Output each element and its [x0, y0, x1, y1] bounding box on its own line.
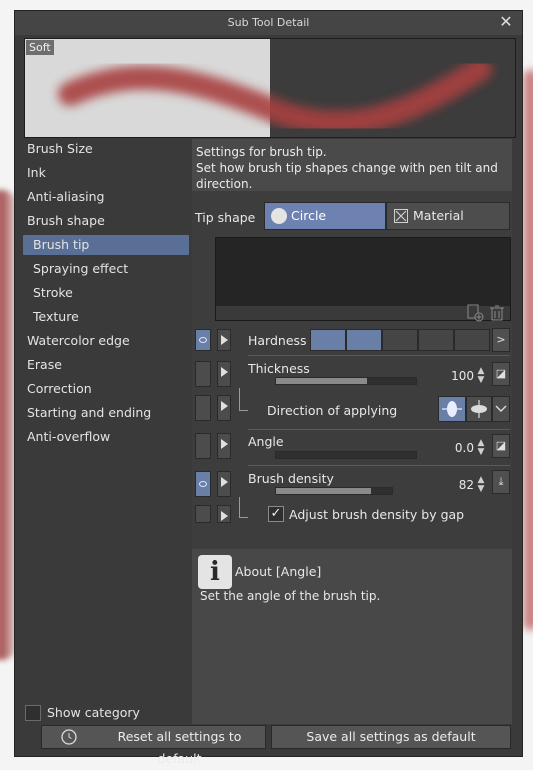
sidebar-item-brush-tip[interactable]: Brush tip	[23, 235, 189, 255]
thickness-label: Thickness	[248, 361, 310, 376]
adjust-density-checkbox[interactable]: ✓	[268, 506, 284, 522]
angle-eye-toggle[interactable]	[195, 433, 211, 459]
thickness-value[interactable]: 100	[434, 369, 474, 383]
about-panel: i About [Angle] Set the angle of the bru…	[192, 549, 512, 724]
material-icon	[394, 209, 408, 223]
delete-tip-icon[interactable]	[488, 304, 506, 322]
hardness-step-5[interactable]	[454, 329, 490, 351]
tip-shape-label: Tip shape	[195, 210, 256, 225]
thickness-eye-toggle[interactable]	[195, 361, 211, 387]
sidebar-item-spraying-effect[interactable]: Spraying effect	[23, 259, 189, 279]
about-title: About [Angle]	[235, 564, 322, 579]
angle-label: Angle	[248, 434, 284, 449]
brush-preview: Soft	[24, 38, 516, 138]
chevron-right-icon[interactable]: >	[492, 328, 510, 352]
pressure-icon[interactable]: ◪	[492, 434, 510, 458]
angle-expand-arrow[interactable]	[217, 433, 231, 459]
save-all-button[interactable]: Save all settings as default	[271, 725, 511, 749]
sidebar-item-brush-shape[interactable]: Brush shape	[23, 211, 189, 231]
sidebar-item-anti-overflow[interactable]: Anti-overflow	[23, 427, 189, 447]
adjust-density-eye-toggle[interactable]	[195, 505, 211, 523]
sub-setting-bracket	[239, 497, 248, 518]
thickness-expand-arrow[interactable]	[217, 361, 231, 387]
hardness-step-4[interactable]	[418, 329, 454, 351]
divider	[248, 355, 510, 356]
circle-icon	[271, 208, 287, 224]
sidebar-item-anti-aliasing[interactable]: Anti-aliasing	[23, 187, 189, 207]
sidebar-item-starting-and-ending[interactable]: Starting and ending	[23, 403, 189, 423]
tip-circle-button[interactable]: Circle	[264, 202, 386, 230]
brush-density-slider[interactable]	[275, 487, 393, 495]
hardness-label: Hardness	[248, 333, 307, 348]
brush-density-value[interactable]: 82	[434, 478, 474, 492]
title-bar: Sub Tool Detail ✕	[15, 11, 522, 35]
hardness-step-2[interactable]	[346, 329, 382, 351]
thickness-slider-fill	[276, 378, 367, 384]
window-title: Sub Tool Detail	[227, 16, 310, 29]
reset-all-label: Reset all settings to default	[117, 729, 242, 766]
close-icon[interactable]: ✕	[498, 14, 514, 30]
save-all-label: Save all settings as default	[306, 729, 476, 744]
sidebar-item-correction[interactable]: Correction	[23, 379, 189, 399]
density-slider-fill	[276, 488, 372, 494]
description-line-3: direction.	[196, 177, 253, 191]
sidebar-item-texture[interactable]: Texture	[23, 307, 189, 327]
sidebar-item-stroke[interactable]: Stroke	[23, 283, 189, 303]
hardness-eye-toggle[interactable]	[195, 329, 211, 351]
info-icon: i	[198, 555, 232, 589]
direction-eye-toggle[interactable]	[195, 395, 211, 421]
sidebar-item-erase[interactable]: Erase	[23, 355, 189, 375]
show-category-toggle[interactable]: Show category	[25, 704, 195, 724]
preview-stroke	[58, 57, 492, 135]
direction-expand-arrow[interactable]	[217, 395, 231, 421]
direction-label: Direction of applying	[267, 403, 398, 418]
hardness-step-1[interactable]	[310, 329, 346, 351]
chevron-down-icon[interactable]	[492, 396, 510, 422]
sub-setting-bracket	[239, 388, 248, 411]
show-category-label: Show category	[47, 705, 140, 720]
adjust-density-label: Adjust brush density by gap	[289, 507, 465, 522]
angle-slider[interactable]	[275, 451, 417, 459]
sidebar-item-ink[interactable]: Ink	[23, 163, 189, 183]
hardness-expand-arrow[interactable]	[217, 329, 231, 351]
thickness-spin-icon[interactable]: ▲ ▼	[476, 367, 486, 387]
download-icon[interactable]: ⤓	[492, 470, 510, 494]
description-line-2: Set how brush tip shapes change with pen…	[196, 161, 498, 175]
description-line-1: Settings for brush tip.	[196, 145, 327, 159]
pressure-icon[interactable]: ◪	[492, 362, 510, 386]
divider	[248, 429, 510, 430]
angle-spin-icon[interactable]: ▲ ▼	[476, 439, 486, 459]
density-eye-toggle[interactable]	[195, 471, 211, 497]
angle-value[interactable]: 0.0	[434, 441, 474, 455]
density-spin-icon[interactable]: ▲ ▼	[476, 476, 486, 496]
sidebar-item-watercolor-edge[interactable]: Watercolor edge	[23, 331, 189, 351]
add-tip-icon[interactable]	[466, 304, 484, 322]
eye-icon	[199, 481, 207, 487]
direction-tilt-icon[interactable]	[438, 396, 466, 422]
category-list: Brush Size Ink Anti-aliasing Brush shape…	[23, 139, 189, 699]
adjust-density-expand-arrow[interactable]	[217, 505, 231, 523]
brush-density-label: Brush density	[248, 471, 334, 486]
tip-circle-label: Circle	[291, 208, 327, 223]
direction-rotation-icon[interactable]	[466, 396, 492, 422]
panel-description: Settings for brush tip. Set how brush ti…	[192, 139, 512, 191]
tip-material-button[interactable]: Material	[386, 202, 510, 230]
show-category-checkbox[interactable]	[25, 705, 41, 721]
thickness-slider[interactable]	[275, 377, 417, 385]
preview-label: Soft	[26, 40, 54, 55]
tip-material-list[interactable]	[215, 237, 511, 322]
settings-panel: Settings for brush tip. Set how brush ti…	[192, 139, 512, 724]
eye-icon	[199, 337, 207, 343]
about-text: Set the angle of the brush tip.	[200, 589, 381, 603]
reset-icon	[61, 729, 77, 745]
divider	[248, 465, 510, 466]
tip-material-label: Material	[413, 208, 464, 223]
reset-all-button[interactable]: Reset all settings to default	[41, 725, 266, 766]
density-expand-arrow[interactable]	[217, 471, 231, 497]
sidebar-item-brush-size[interactable]: Brush Size	[23, 139, 189, 159]
hardness-step-3[interactable]	[382, 329, 418, 351]
